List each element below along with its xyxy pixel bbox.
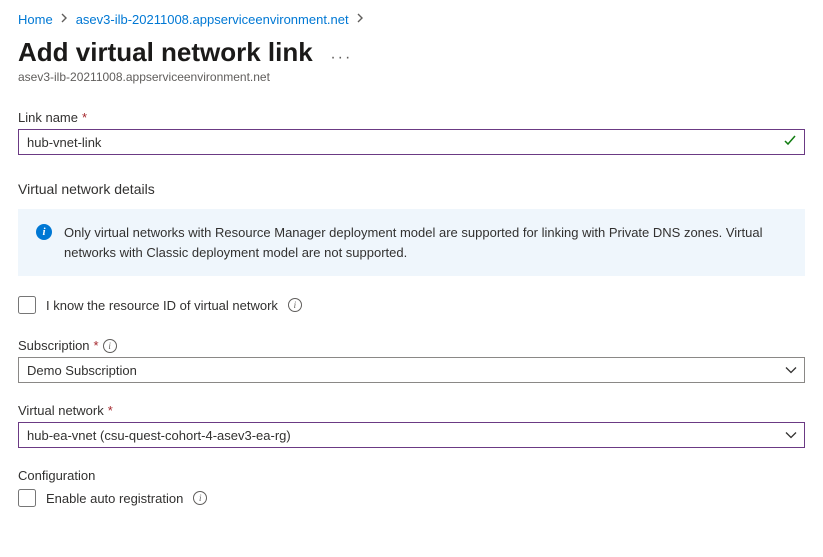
breadcrumb-resource[interactable]: asev3-ilb-20211008.appserviceenvironment… <box>76 12 349 27</box>
auto-registration-checkbox[interactable] <box>18 489 36 507</box>
configuration-section: Configuration Enable auto registration i <box>18 468 805 507</box>
chevron-right-icon <box>357 13 364 26</box>
virtual-network-field: Virtual network * hub-ea-vnet (csu-quest… <box>18 403 805 448</box>
more-actions-button[interactable]: ··· <box>330 49 352 67</box>
know-resource-id-label: I know the resource ID of virtual networ… <box>46 298 278 313</box>
link-name-input[interactable] <box>18 129 805 155</box>
chevron-right-icon <box>61 13 68 26</box>
info-icon[interactable]: i <box>288 298 302 312</box>
info-icon[interactable]: i <box>193 491 207 505</box>
required-indicator: * <box>94 338 99 353</box>
info-icon[interactable]: i <box>103 339 117 353</box>
auto-registration-label: Enable auto registration <box>46 491 183 506</box>
vnet-details-heading: Virtual network details <box>18 181 805 197</box>
subscription-dropdown[interactable]: Demo Subscription <box>18 357 805 383</box>
breadcrumb-home[interactable]: Home <box>18 12 53 27</box>
link-name-field: Link name * <box>18 110 805 155</box>
page-subtitle: asev3-ilb-20211008.appserviceenvironment… <box>18 70 805 84</box>
subscription-field: Subscription * i Demo Subscription <box>18 338 805 383</box>
info-banner-text: Only virtual networks with Resource Mana… <box>64 223 787 262</box>
subscription-label: Subscription <box>18 338 90 353</box>
know-resource-id-checkbox[interactable] <box>18 296 36 314</box>
link-name-label: Link name <box>18 110 78 125</box>
virtual-network-dropdown[interactable]: hub-ea-vnet (csu-quest-cohort-4-asev3-ea… <box>18 422 805 448</box>
configuration-heading: Configuration <box>18 468 805 483</box>
know-resource-id-row: I know the resource ID of virtual networ… <box>18 296 805 314</box>
virtual-network-value: hub-ea-vnet (csu-quest-cohort-4-asev3-ea… <box>27 428 291 443</box>
required-indicator: * <box>82 110 87 125</box>
subscription-value: Demo Subscription <box>27 363 137 378</box>
info-banner: i Only virtual networks with Resource Ma… <box>18 209 805 276</box>
info-icon: i <box>36 224 52 240</box>
virtual-network-label: Virtual network <box>18 403 104 418</box>
required-indicator: * <box>108 403 113 418</box>
page-header: Add virtual network link ··· asev3-ilb-2… <box>18 33 805 84</box>
page-title: Add virtual network link <box>18 37 313 68</box>
breadcrumb: Home asev3-ilb-20211008.appserviceenviro… <box>18 12 805 27</box>
